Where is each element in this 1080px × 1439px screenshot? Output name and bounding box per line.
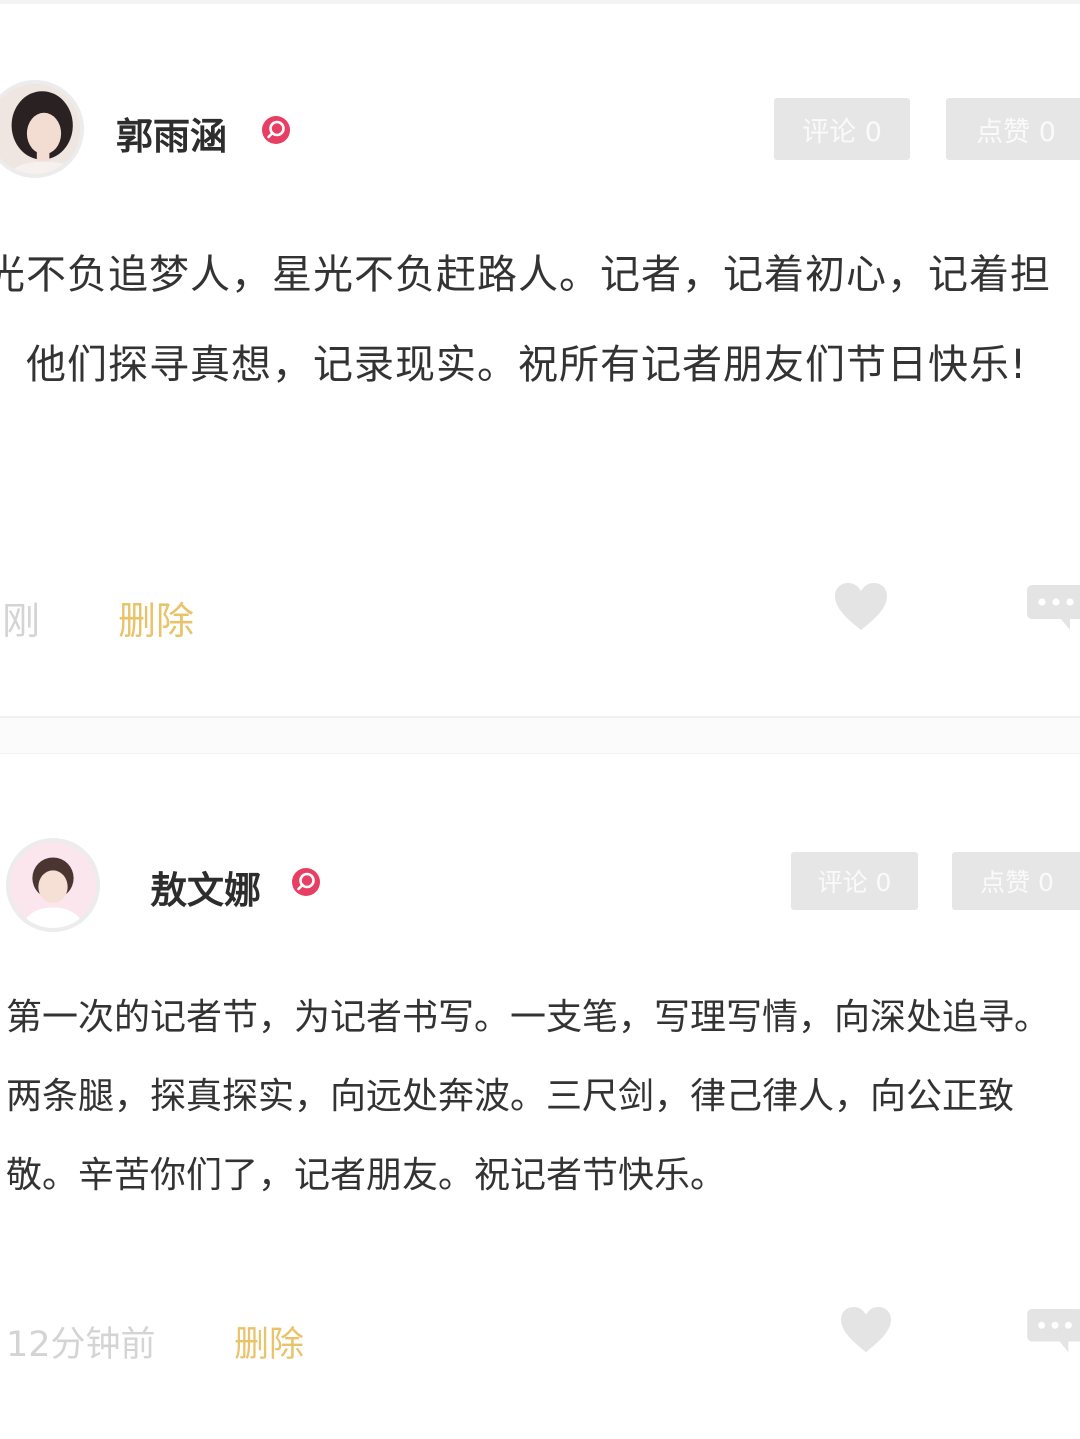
avatar-image (0, 84, 80, 174)
verified-badge-icon (292, 868, 320, 896)
post-text: 时光不负追梦人，星光不负赶路人。记者，记着初心，记着担当。他们探寻真想，记录现实… (0, 252, 1051, 388)
post-time: 12分钟前 (6, 1325, 156, 1365)
comment-bubble-icon[interactable] (1026, 584, 1080, 632)
post-time: 刚刚 (0, 599, 41, 643)
username[interactable]: 郭雨涵 (116, 106, 227, 160)
delete-button[interactable]: 删除 (234, 1316, 304, 1367)
post-text: 第一次的记者节，为记者书写。一支笔，写理写情，向深处追寻。两条腿，探真探实，向远… (6, 997, 1051, 1196)
username[interactable]: 敖文娜 (150, 860, 261, 914)
avatar[interactable] (0, 80, 84, 178)
post-card: 郭雨涵 评论 0 点赞 0 时光不负追梦人，星光不负赶路人。记者，记着初心，记着… (0, 0, 1080, 716)
avatar-image (10, 842, 96, 928)
verified-badge-icon (262, 116, 290, 144)
avatar[interactable] (6, 838, 100, 932)
like-count-button[interactable]: 点赞 0 (946, 98, 1080, 160)
post-divider (0, 716, 1080, 754)
comment-count-button[interactable]: 评论 0 (774, 98, 910, 160)
heart-icon[interactable] (840, 1306, 892, 1354)
comment-bubble-icon[interactable] (1026, 1308, 1080, 1354)
heart-icon[interactable] (834, 582, 888, 632)
post-card: 敖文娜 评论 0 点赞 0 第一次的记者节，为记者书写。一支笔，写理写情，向深处… (0, 754, 1080, 1439)
comment-count-button[interactable]: 评论 0 (791, 852, 918, 910)
delete-button[interactable]: 删除 (118, 590, 194, 645)
like-count-button[interactable]: 点赞 0 (952, 852, 1080, 910)
